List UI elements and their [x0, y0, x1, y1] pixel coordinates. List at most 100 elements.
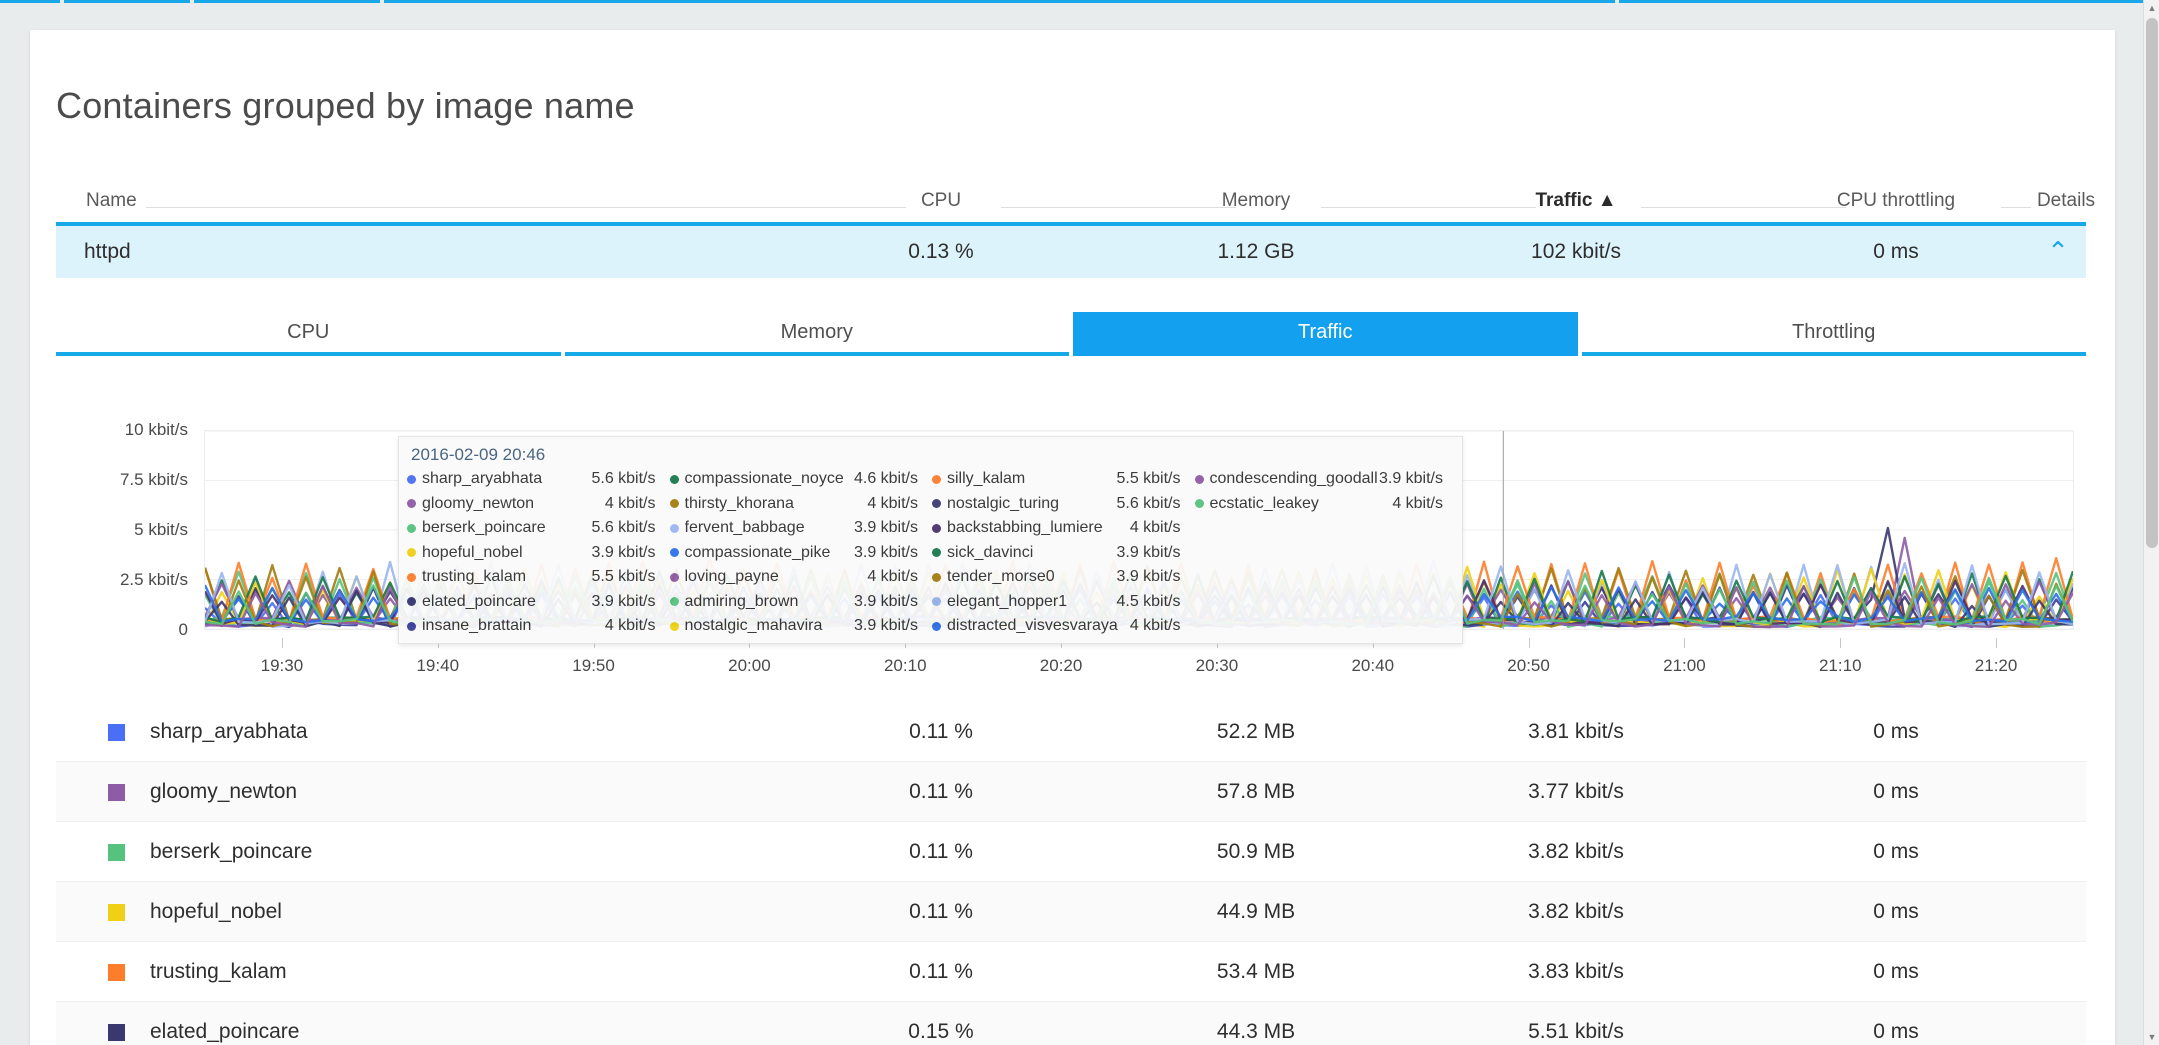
- scroll-down-arrow-icon[interactable]: ▼: [2144, 1029, 2159, 1045]
- tooltip-series-row: sharp_aryabhata 5.6 kbit/s: [407, 467, 670, 492]
- y-axis-tick: 0: [178, 620, 188, 639]
- tooltip-series-value: 4.5 kbit/s: [1116, 592, 1181, 610]
- tooltip-series-value: 4 kbit/s: [1392, 494, 1443, 512]
- container-name: hopeful_nobel: [150, 900, 282, 923]
- tab-memory[interactable]: Memory: [564, 312, 1069, 356]
- series-color-swatch-icon: [108, 784, 125, 801]
- group-memory: 1.12 GB: [1217, 240, 1295, 263]
- chart-x-axis: 19:30 19:40 19:50 20:00 20:10 20:20 20:30 20:40…: [204, 638, 2074, 678]
- table-row[interactable]: elated_poincare 0.15 % 44.3 MB 5.51 kbit/s 0…: [56, 1002, 2086, 1045]
- x-axis-tick: 21:10: [1818, 656, 1862, 675]
- group-row-httpd[interactable]: httpd 0.13 % 1.12 GB 102 kbit/s 0 ms ⌃: [56, 222, 2086, 278]
- x-axis-tick: 20:30: [1195, 656, 1239, 675]
- x-axis-tick: 20:50: [1507, 656, 1550, 675]
- table-row[interactable]: sharp_aryabhata 0.11 % 52.2 MB 3.81 kbit/s 0…: [56, 702, 2086, 762]
- tab-notch: [380, 0, 384, 3]
- table-row[interactable]: berserk_poincare 0.11 % 50.9 MB 3.82 kbit/s…: [56, 822, 2086, 882]
- tooltip-series-value: 4 kbit/s: [1129, 519, 1181, 537]
- series-color-dot-icon: [669, 474, 679, 484]
- x-axis-tick-mark: [1528, 638, 1530, 648]
- tooltip-series-name: elegant_hopper1: [947, 592, 1068, 610]
- tooltip-series-row: silly_kalam 5.5 kbit/s: [932, 467, 1195, 492]
- x-axis-tick: 19:50: [572, 656, 615, 675]
- tooltip-series-row: nostalgic_mahavira 3.9 kbit/s: [669, 614, 933, 639]
- header-divider: [1641, 207, 1846, 208]
- column-header-memory[interactable]: Memory: [1222, 190, 1291, 212]
- table-column-header: Name CPU Memory Traffic ▲ CPU throttling Deta…: [56, 178, 2095, 212]
- x-axis-tick: 20:40: [1351, 656, 1395, 675]
- tooltip-column: sharp_aryabhata 5.6 kbit/s gloomy_newton 4 …: [407, 467, 670, 637]
- tooltip-series-name: loving_payne: [684, 568, 779, 586]
- series-color-dot-icon: [932, 499, 941, 509]
- tooltip-series-value: 3.9 kbit/s: [1116, 568, 1181, 586]
- series-color-swatch-icon: [108, 904, 125, 921]
- tooltip-series-value: 3.9 kbit/s: [853, 543, 918, 561]
- group-cpu: 0.13 %: [908, 240, 974, 263]
- tooltip-series-name: sharp_aryabhata: [422, 470, 543, 488]
- tooltip-series-value: 4 kbit/s: [867, 568, 918, 586]
- tooltip-series-row: trusting_kalam 5.5 kbit/s: [407, 565, 670, 590]
- chevron-up-icon[interactable]: ⌃: [2038, 234, 2078, 268]
- series-color-dot-icon: [932, 597, 941, 607]
- page-scrollbar[interactable]: ▲ ▼: [2143, 0, 2159, 1045]
- series-color-dot-icon: [1194, 499, 1204, 509]
- container-memory: 52.2 MB: [1216, 720, 1296, 743]
- tooltip-series-value: 3.9 kbit/s: [591, 592, 656, 610]
- tooltip-series-value: 4 kbit/s: [604, 494, 656, 512]
- container-memory: 44.3 MB: [1216, 1020, 1296, 1043]
- tab-throttling[interactable]: Throttling: [1581, 312, 2086, 356]
- tooltip-series-name: berserk_poincare: [422, 519, 546, 537]
- y-axis-tick: 2.5 kbit/s: [119, 570, 188, 589]
- container-cpu: 0.11 %: [909, 780, 973, 803]
- tooltip-series-row: elated_poincare 3.9 kbit/s: [407, 590, 670, 615]
- tooltip-series-value: 5.6 kbit/s: [591, 470, 656, 488]
- header-divider: [1001, 207, 1236, 208]
- tooltip-series-grid: sharp_aryabhata 5.6 kbit/s gloomy_newton 4 …: [407, 467, 1457, 637]
- column-header-details[interactable]: Details: [2037, 190, 2095, 212]
- metric-tabs: CPU Memory Traffic Throttling: [56, 312, 2086, 356]
- tooltip-series-name: fervent_babbage: [684, 519, 805, 537]
- tooltip-series-value: 5.6 kbit/s: [591, 519, 656, 537]
- tooltip-series-name: insane_brattain: [422, 617, 532, 635]
- tooltip-series-row: admiring_brown 3.9 kbit/s: [669, 590, 933, 615]
- series-color-dot-icon: [407, 597, 416, 607]
- tooltip-series-name: nostalgic_turing: [947, 494, 1060, 512]
- column-header-traffic[interactable]: Traffic ▲: [1535, 190, 1616, 212]
- series-color-swatch-icon: [108, 844, 125, 861]
- tooltip-column: condescending_goodall 3.9 kbit/s ecstatic_…: [1194, 467, 1458, 637]
- scrollbar-thumb[interactable]: [2146, 18, 2158, 548]
- x-axis-tick: 19:30: [260, 656, 304, 675]
- tooltip-series-row: compassionate_noyce 4.6 kbit/s: [669, 467, 933, 492]
- tab-cpu[interactable]: CPU: [56, 312, 561, 356]
- tooltip-series-value: 4 kbit/s: [604, 617, 656, 635]
- column-header-cpu-throttling[interactable]: CPU throttling: [1837, 190, 1955, 212]
- container-throttling: 0 ms: [1873, 840, 1919, 863]
- column-header-cpu[interactable]: CPU: [921, 190, 961, 212]
- tooltip-series-name: backstabbing_lumiere: [947, 519, 1103, 537]
- container-memory: 44.9 MB: [1216, 900, 1296, 923]
- series-color-dot-icon: [407, 499, 416, 509]
- tooltip-series-name: tender_morse0: [947, 568, 1055, 586]
- tooltip-series-row: insane_brattain 4 kbit/s: [407, 614, 670, 639]
- tab-traffic[interactable]: Traffic: [1073, 312, 1578, 356]
- tooltip-timestamp: 2016-02-09 20:46: [411, 445, 546, 464]
- tooltip-series-row: thirsty_khorana 4 kbit/s: [669, 492, 933, 517]
- column-header-name[interactable]: Name: [86, 190, 137, 212]
- header-divider: [1321, 207, 1536, 208]
- table-row[interactable]: hopeful_nobel 0.11 % 44.9 MB 3.82 kbit/s 0 m…: [56, 882, 2086, 942]
- table-row[interactable]: gloomy_newton 0.11 % 57.8 MB 3.77 kbit/s 0 m…: [56, 762, 2086, 822]
- x-axis-tick-mark: [1840, 638, 1842, 648]
- x-axis-tick: 21:00: [1663, 656, 1706, 675]
- container-name: berserk_poincare: [150, 840, 313, 863]
- container-throttling: 0 ms: [1873, 960, 1919, 983]
- tooltip-series-value: 5.5 kbit/s: [1116, 470, 1181, 488]
- tooltip-series-row: tender_morse0 3.9 kbit/s: [932, 565, 1195, 590]
- series-color-dot-icon: [669, 621, 679, 631]
- container-traffic: 3.82 kbit/s: [1528, 840, 1624, 863]
- series-color-dot-icon: [669, 597, 679, 607]
- container-memory: 53.4 MB: [1216, 960, 1296, 983]
- scroll-up-arrow-icon[interactable]: ▲: [2144, 0, 2159, 16]
- tooltip-series-row: gloomy_newton 4 kbit/s: [407, 492, 670, 517]
- table-row[interactable]: trusting_kalam 0.11 % 53.4 MB 3.83 kbit/s 0 …: [56, 942, 2086, 1002]
- group-traffic: 102 kbit/s: [1531, 240, 1621, 263]
